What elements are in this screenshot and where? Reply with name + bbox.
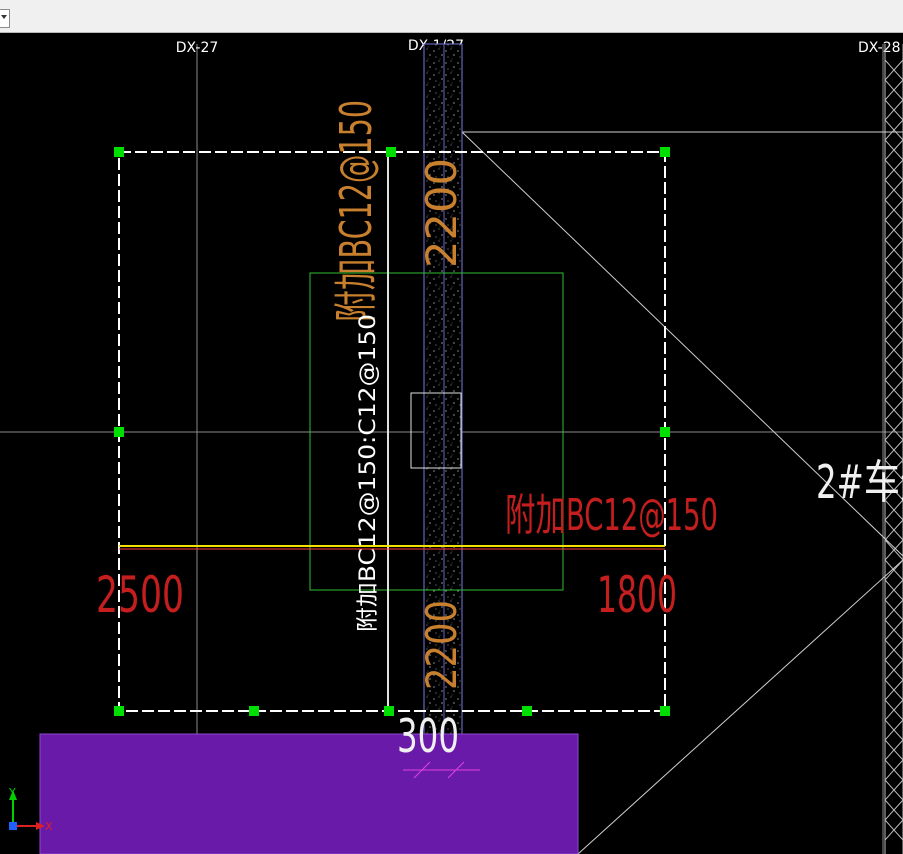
rebar-label-horizontal: 附加BC12@150 (505, 490, 718, 541)
grip-handle (660, 706, 670, 716)
grip-handle (522, 706, 532, 716)
purple-slab[interactable] (39, 733, 579, 854)
dim-text-right: 1800 (597, 566, 677, 624)
ucs-x-label: X (45, 820, 53, 833)
grip-handle (114, 147, 124, 157)
rebar-label-vertical-orange: 附加BC12@150 (331, 100, 382, 322)
dim-text-left: 2500 (96, 566, 184, 624)
grip-handle (114, 706, 124, 716)
rebar-label-vertical-white: 附加BC12@150:C12@150 (356, 314, 381, 632)
grip-handle (249, 706, 259, 716)
axis-label-dx27: DX-27 (176, 40, 219, 56)
dim-text-bottom: 2200 (417, 600, 466, 690)
chevron-down-icon (1, 15, 7, 19)
grip-handle (386, 147, 396, 157)
truss-lines (884, 44, 903, 854)
dim-text-top: 2200 (417, 158, 466, 268)
grip-handle (114, 427, 124, 437)
axis-labels: DX-27 DX-1/27 DX-28 (176, 38, 901, 56)
grip-handle (660, 427, 670, 437)
grip-handle (384, 706, 394, 716)
grip-handle (660, 147, 670, 157)
drawing-canvas[interactable]: DX-27 DX-1/27 DX-28 (0, 33, 903, 854)
layer-dropdown[interactable] (0, 9, 10, 28)
dim-text-300: 300 (397, 709, 459, 763)
toolbar (0, 0, 903, 33)
region-label: 2#车道 (816, 455, 903, 509)
axis-label-dx28: DX-28 (858, 40, 901, 56)
ucs-y-label: Y (8, 786, 16, 799)
